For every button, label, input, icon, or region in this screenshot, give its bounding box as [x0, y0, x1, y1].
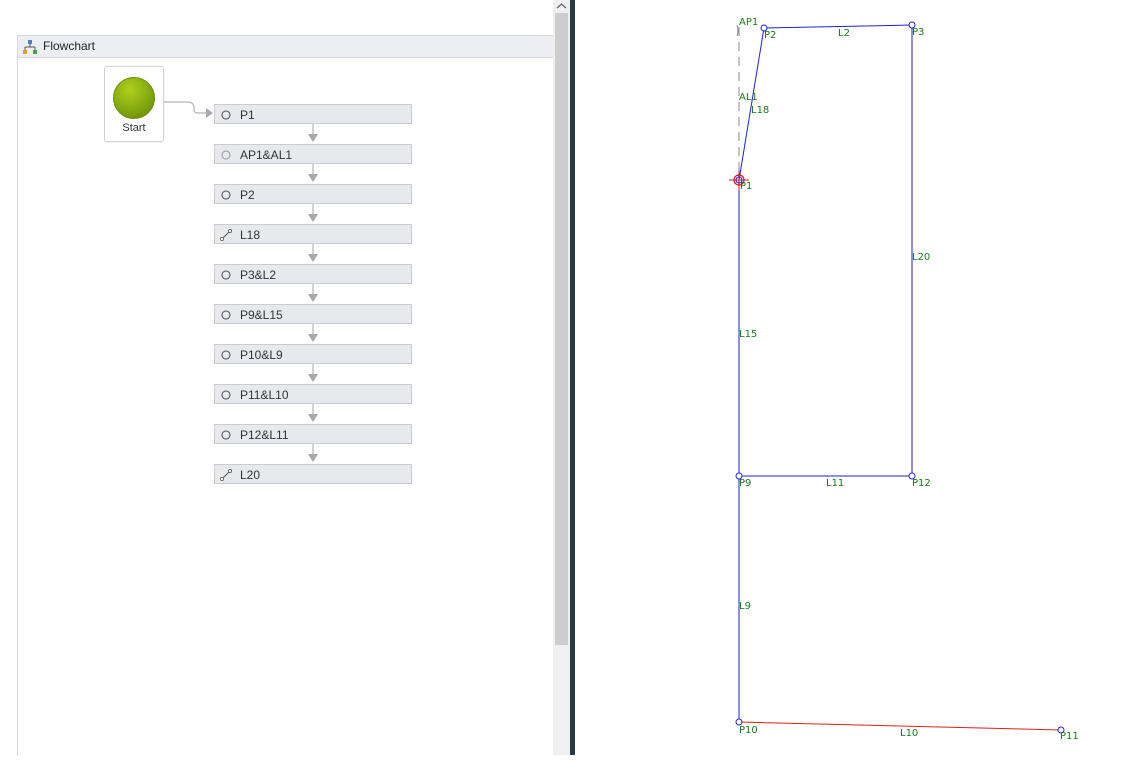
label-p1: P1: [740, 181, 752, 192]
activity-label: P2: [240, 188, 255, 202]
label-p2: P2: [764, 30, 776, 41]
line-l18[interactable]: [738, 27, 765, 181]
activity-9[interactable]: L20: [214, 464, 412, 484]
line-segment-icon: [220, 469, 232, 481]
activity-1[interactable]: AP1&AL1: [214, 144, 412, 164]
activity-2[interactable]: P2: [214, 184, 412, 204]
connector-arrow: [308, 454, 318, 462]
connector-arrow: [308, 334, 318, 342]
point-ap1-marker[interactable]: [736, 24, 739, 37]
connector-arrow: [308, 214, 318, 222]
point-circle-icon: [221, 430, 231, 440]
activity-8[interactable]: P12&L11: [214, 424, 412, 444]
activity-label: AP1&AL1: [240, 148, 293, 162]
cad-canvas[interactable]: AP1 P2 P3 P1 P9 P12 P10 P11 AL1 L18 L2 L…: [575, 0, 1139, 755]
start-node[interactable]: Start: [104, 66, 164, 142]
label-l9: L9: [739, 601, 751, 612]
activity-label: P3&L2: [240, 268, 277, 282]
activity-5[interactable]: P9&L15: [214, 304, 412, 324]
activity-label: P12&L11: [240, 428, 289, 442]
label-l2: L2: [838, 28, 850, 39]
label-al1: AL1: [739, 92, 758, 103]
activity-4[interactable]: P3&L2: [214, 264, 412, 284]
connector-arrow: [308, 294, 318, 302]
start-connector: [163, 101, 206, 114]
activity-label: P11&L10: [240, 388, 289, 402]
point-circle-icon: [221, 270, 231, 280]
activity-label: L18: [240, 228, 261, 242]
activity-0[interactable]: P1: [214, 104, 412, 124]
scroll-up-arrow-icon[interactable]: [553, 0, 570, 12]
start-label: Start: [122, 122, 146, 134]
workflow-designer-pane: Flowchart Start P1 AP1&AL1 P2 L18 P3&L2 P9&L1…: [0, 0, 554, 756]
line-segment-icon: [220, 229, 232, 241]
label-p12: P12: [912, 478, 931, 489]
label-p9: P9: [739, 478, 751, 489]
connector-arrow: [308, 134, 318, 142]
label-p10: P10: [739, 725, 758, 736]
label-p3: P3: [912, 27, 924, 38]
label-l20: L20: [912, 252, 930, 263]
activity-label: P9&L15: [240, 308, 283, 322]
scrollbar-thumb[interactable]: [555, 13, 568, 645]
label-l18: L18: [751, 105, 769, 116]
label-l11: L11: [826, 478, 844, 489]
label-p11: P11: [1060, 731, 1079, 742]
activity-label: L20: [240, 468, 261, 482]
start-circle-icon: [113, 77, 155, 119]
connector-arrow: [308, 374, 318, 382]
point-circle-icon: [221, 110, 231, 120]
label-ap1: AP1: [739, 17, 758, 28]
connector-arrow: [308, 174, 318, 182]
activity-label: P10&L9: [240, 348, 283, 362]
point-circle-icon: [221, 310, 231, 320]
point-circle-icon: [221, 350, 231, 360]
point-circle-icon: [221, 190, 231, 200]
point-circle-icon: [221, 150, 231, 160]
activity-3[interactable]: L18: [214, 224, 412, 244]
connector-arrow: [308, 254, 318, 262]
start-connector-arrow: [206, 108, 213, 118]
label-l10: L10: [900, 728, 918, 739]
activity-6[interactable]: P10&L9: [214, 344, 412, 364]
connector-arrow: [308, 414, 318, 422]
cad-drawing[interactable]: AP1 P2 P3 P1 P9 P12 P10 P11 AL1 L18 L2 L…: [575, 0, 1139, 755]
label-l15: L15: [739, 329, 757, 340]
activity-7[interactable]: P11&L10: [214, 384, 412, 404]
point-circle-icon: [221, 390, 231, 400]
activity-label: P1: [240, 108, 255, 122]
